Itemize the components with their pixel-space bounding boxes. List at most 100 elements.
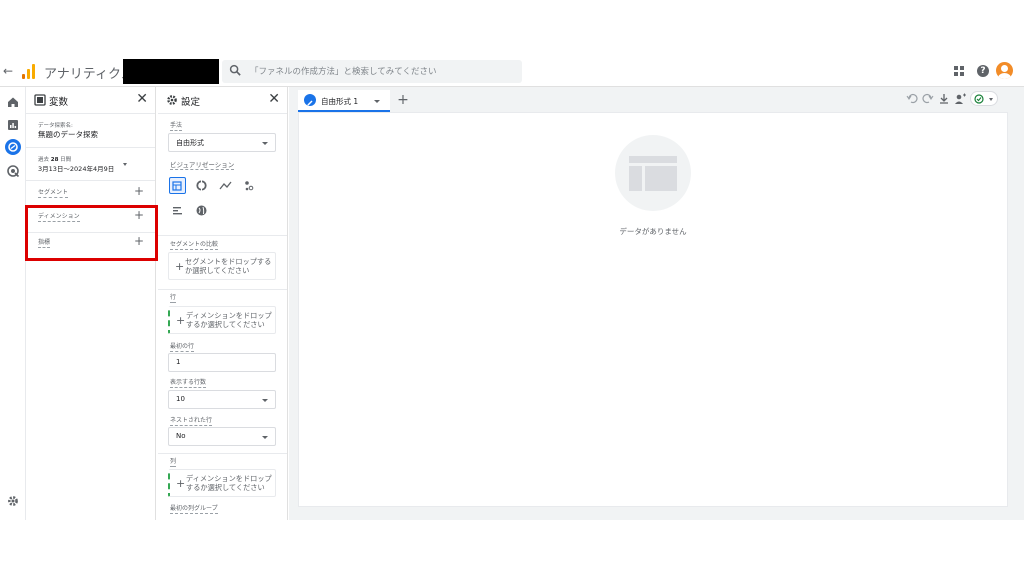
top-bar: ← アナリティクス 「ファネルの作成方法」と検索してみてください ? (0, 57, 1024, 87)
redo-icon[interactable] (922, 92, 934, 106)
scatter-chart-icon (245, 181, 254, 191)
divider (158, 453, 287, 454)
date-range-dropdown-icon[interactable] (123, 163, 127, 166)
avatar[interactable] (996, 62, 1013, 79)
divider (158, 235, 287, 236)
viz-scatter-button[interactable] (241, 177, 258, 194)
tab-label: 自由形式 1 (321, 97, 359, 106)
nested-rows-select[interactable]: No (168, 427, 276, 446)
exploration-name-label: データ探索名: (38, 123, 73, 129)
settings-gear-icon[interactable] (6, 494, 20, 508)
technique-select[interactable]: 自由形式 (168, 133, 276, 152)
first-row-label: 最初の行 (170, 343, 195, 352)
chevron-down-icon (262, 142, 268, 145)
viz-donut-button[interactable] (193, 177, 210, 194)
globe-icon (196, 205, 207, 216)
viz-bar-button[interactable] (169, 202, 186, 219)
rows-shown-select[interactable]: 10 (168, 390, 276, 409)
close-variables-button[interactable]: ✕ (136, 91, 148, 107)
viz-table-button[interactable] (169, 177, 186, 194)
rows-shown-value: 10 (176, 395, 185, 403)
settings-panel-title: 設定 (181, 97, 201, 108)
advertising-icon[interactable] (6, 164, 20, 178)
settings-gear-icon (167, 95, 177, 105)
tab-freeform-1[interactable]: 自由形式 1 (298, 90, 390, 112)
home-icon[interactable] (6, 95, 20, 109)
date-range-value[interactable]: 3月13日～2024年4月9日 (38, 163, 114, 173)
bar-chart-icon (173, 207, 182, 215)
add-tab-button[interactable]: + (394, 90, 412, 110)
plus-icon: + (175, 260, 185, 273)
check-circle-icon (974, 94, 984, 104)
help-icon[interactable]: ? (977, 65, 989, 77)
app-window: ← アナリティクス 「ファネルの作成方法」と検索してみてください ? 変数 ✕ … (0, 57, 1024, 520)
settings-panel-header: 設定 ✕ (158, 87, 287, 114)
empty-table-illustration (615, 135, 691, 211)
no-data-message: データがありません (619, 227, 687, 236)
segments-label: セグメント (38, 189, 69, 198)
download-icon[interactable] (938, 92, 950, 106)
technique-label: 手法 (170, 122, 183, 131)
segment-drop-zone[interactable]: + セグメントをドロップするか選択してください (168, 252, 276, 280)
rows-drop-zone[interactable]: + ディメンションをドロップするか選択してください (168, 306, 276, 334)
columns-drop-text: ディメンションをドロップするか選択してください (186, 474, 272, 492)
add-segment-button[interactable]: + (134, 184, 144, 198)
analytics-logo-icon[interactable] (22, 64, 36, 79)
divider (26, 180, 155, 181)
canvas-toolbar (906, 91, 1002, 108)
rows-drop-text: ディメンションをドロップするか選択してください (186, 311, 272, 329)
first-column-group-label: 最初の列グループ (170, 505, 218, 514)
exploration-name-value[interactable]: 無題のデータ探索 (38, 129, 98, 140)
rows-label: 行 (170, 294, 177, 303)
viz-geo-button[interactable] (193, 202, 210, 219)
plus-icon: + (176, 314, 186, 327)
columns-drop-zone[interactable]: + ディメンションをドロップするか選択してください (168, 469, 276, 497)
settings-panel-body: 設定 ✕ 手法 自由形式 ビジュアリゼーション セグメントの比較 + セグメント… (158, 87, 287, 520)
rows-shown-label: 表示する行数 (170, 379, 207, 388)
columns-label: 列 (170, 458, 177, 467)
divider (26, 147, 155, 148)
status-dropdown[interactable] (970, 91, 998, 106)
nested-rows-label: ネストされた行 (170, 417, 213, 426)
report-area: データがありません (298, 112, 1008, 507)
app-name: アナリティクス (44, 67, 134, 82)
chevron-down-icon (262, 436, 268, 439)
reports-icon[interactable] (6, 118, 20, 132)
edit-pencil-icon (304, 94, 316, 106)
account-selector-redacted[interactable] (123, 59, 219, 84)
search-placeholder: 「ファネルの作成方法」と検索してみてください (250, 67, 437, 77)
highlight-annotation-box (25, 205, 158, 261)
undo-icon[interactable] (906, 92, 918, 106)
variables-icon (34, 94, 46, 106)
plus-icon: + (176, 477, 186, 490)
variables-panel-title: 変数 (49, 97, 69, 108)
table-icon (172, 181, 182, 191)
settings-panel: 設定 ✕ 手法 自由形式 ビジュアリゼーション セグメントの比較 + セグメント… (158, 87, 288, 520)
left-nav-rail (0, 87, 26, 520)
variables-panel: 変数 ✕ データ探索名: 無題のデータ探索 過去 28 日間 3月13日～202… (26, 87, 156, 520)
close-settings-button[interactable]: ✕ (268, 91, 280, 107)
chevron-down-icon (262, 399, 268, 402)
chevron-down-icon[interactable] (374, 100, 380, 103)
chevron-down-icon (989, 98, 993, 101)
visualization-label: ビジュアリゼーション (170, 161, 235, 170)
apps-grid-icon[interactable] (954, 66, 964, 76)
variables-panel-header: 変数 ✕ (26, 87, 155, 114)
nested-rows-value: No (176, 432, 186, 440)
donut-chart-icon (196, 180, 207, 191)
viz-line-button[interactable] (217, 177, 234, 194)
search-input[interactable]: 「ファネルの作成方法」と検索してみてください (222, 60, 522, 83)
first-row-value: 1 (176, 358, 181, 366)
date-range-label: 過去 28 日間 (38, 155, 71, 163)
line-chart-icon (219, 181, 232, 190)
explore-icon[interactable] (5, 139, 21, 155)
back-arrow-icon[interactable]: ← (3, 64, 13, 78)
first-row-input[interactable]: 1 (168, 353, 276, 372)
segment-drop-text: セグメントをドロップするか選択してください (185, 257, 272, 275)
share-icon[interactable] (954, 92, 966, 106)
tab-bar: 自由形式 1 + (298, 90, 1008, 112)
search-icon (229, 64, 241, 76)
exploration-canvas: 自由形式 1 + データがありません (289, 87, 1024, 520)
segment-compare-label: セグメントの比較 (170, 241, 219, 250)
divider (158, 289, 287, 290)
